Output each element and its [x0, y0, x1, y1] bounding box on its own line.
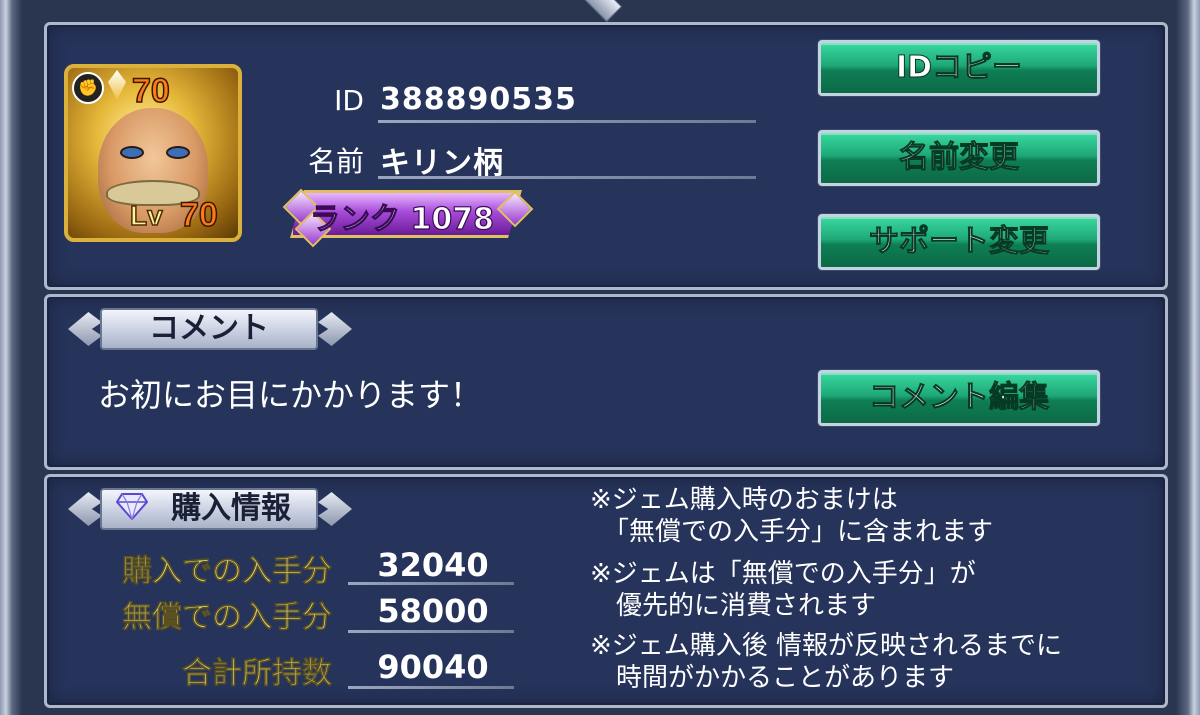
comment-section-tab: コメント — [100, 308, 318, 350]
stat-underline — [348, 630, 514, 633]
purchased-gems-label: 購入での入手分 — [122, 554, 333, 590]
total-gems-label: 合計所持数 — [182, 656, 333, 692]
avatar-level-label: Lv — [129, 199, 163, 232]
character-avatar: ✊ 70 Lv 70 — [64, 64, 242, 242]
support-change-button[interactable]: サポート変更 — [818, 214, 1100, 270]
id-label: ID — [334, 84, 364, 117]
id-underline — [378, 120, 756, 123]
id-value: 388890535 — [380, 82, 577, 117]
rank-text: ランク 1078 — [309, 201, 494, 237]
crystal-icon — [108, 70, 126, 100]
fist-icon: ✊ — [72, 72, 104, 104]
avatar-level-value: 70 — [179, 195, 218, 235]
name-label: 名前 — [307, 145, 364, 178]
purchased-gems-value: 32040 — [377, 546, 489, 584]
id-copy-button[interactable]: IDコピー — [818, 40, 1100, 96]
character-eye — [120, 146, 144, 159]
comment-text: お初にお目にかかります！ — [98, 376, 483, 414]
stat-underline — [348, 582, 514, 585]
purchase-note-2: ※ジェムは「無償での入手分」が 優先的に消費されます — [590, 559, 976, 621]
comment-edit-button[interactable]: コメント編集 — [818, 370, 1100, 426]
free-gems-label: 無償での入手分 — [122, 600, 333, 636]
total-gems-value: 90040 — [377, 648, 489, 686]
name-change-button[interactable]: 名前変更 — [818, 130, 1100, 186]
purchase-note-3: ※ジェム購入後 情報が反映されるまでに 時間がかかることがあります — [590, 631, 1063, 693]
character-eye — [166, 146, 190, 159]
avatar-level-top: 70 — [131, 71, 170, 111]
stat-underline — [348, 686, 514, 689]
purchase-note-1: ※ジェム購入時のおまけは 「無償での入手分」に含まれます — [590, 485, 994, 547]
gem-icon — [116, 493, 148, 520]
name-underline — [378, 176, 756, 179]
free-gems-value: 58000 — [377, 592, 489, 630]
